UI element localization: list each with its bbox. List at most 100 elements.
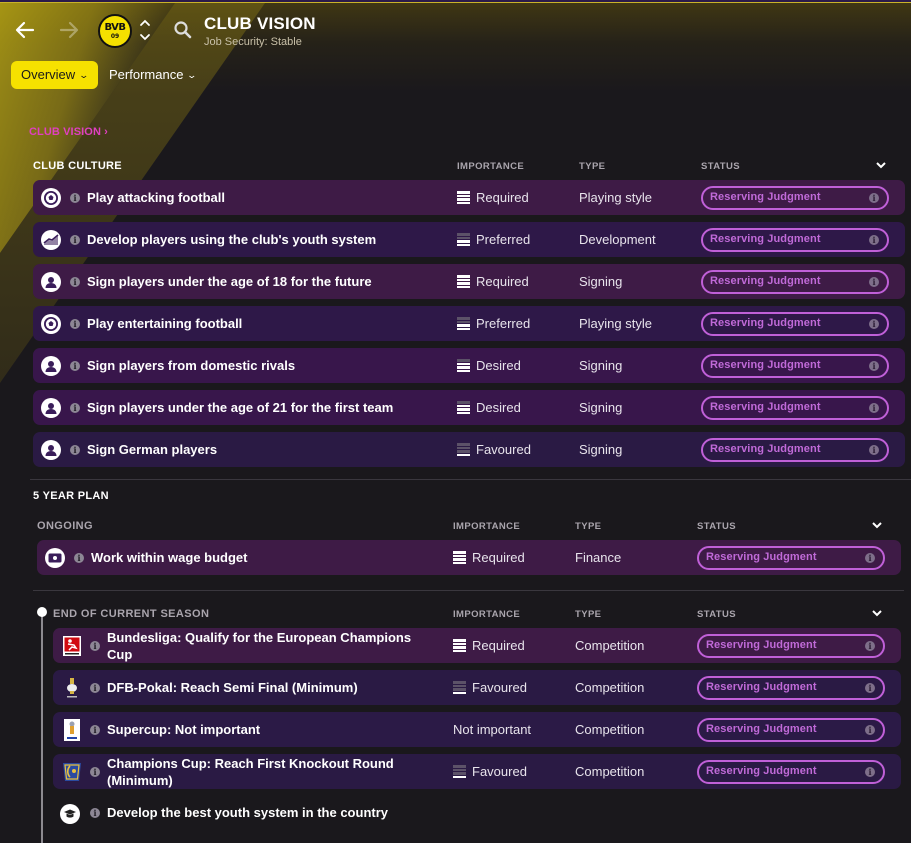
status-info-icon[interactable]: i [869,445,879,455]
dfb-pokal-trophy-icon [62,677,82,699]
status-info-icon[interactable]: i [869,361,879,371]
info-icon[interactable]: i [90,725,100,735]
objective-row[interactable]: i Sign players under the age of 21 for th… [33,390,905,425]
info-icon[interactable]: i [70,277,80,287]
column-header-importance[interactable]: IMPORTANCE [453,609,520,620]
column-header-status[interactable]: STATUS [697,521,736,532]
status-badge[interactable]: Reserving Judgment i [697,634,885,658]
development-chart-icon [41,230,61,250]
info-icon[interactable]: i [90,808,100,818]
objective-row[interactable]: i Champions Cup: Reach First Knockout Rou… [53,754,901,789]
status-badge[interactable]: Reserving Judgment i [701,438,889,462]
tab-performance[interactable]: Performance ⌄ [109,61,197,89]
status-info-icon[interactable]: i [865,641,875,651]
objective-row[interactable]: i Supercup: Not important Not important Com… [53,712,901,747]
column-header-status[interactable]: STATUS [701,161,740,172]
objective-row[interactable]: i Develop the best youth system in the c… [53,796,901,831]
objective-row[interactable]: i Sign players under the age of 18 for th… [33,264,905,299]
status-badge[interactable]: Reserving Judgment i [697,760,885,784]
status-label: Reserving Judgment [706,765,817,777]
tab-overview-label: Overview [21,67,76,82]
status-info-icon[interactable]: i [865,683,875,693]
objective-row[interactable]: i Sign players from domestic rivals Desire… [33,348,905,383]
status-badge[interactable]: Reserving Judgment i [697,546,885,570]
type-cell: Competition [575,722,645,737]
info-icon[interactable]: i [70,319,80,329]
club-badge[interactable]: BVB 09 [98,14,132,48]
status-badge[interactable]: Reserving Judgment i [701,312,889,336]
importance-label: Desired [476,358,521,373]
importance-cell: Favoured [453,754,527,789]
tab-overview[interactable]: Overview ⌄ [11,61,98,89]
importance-bars-icon [457,359,470,372]
objective-text: Work within wage budget [91,550,248,565]
objective-text: Sign players from domestic rivals [87,358,296,373]
importance-bars-icon [457,317,470,330]
status-label: Reserving Judgment [710,191,821,203]
column-header-importance[interactable]: IMPORTANCE [457,161,524,172]
info-icon[interactable]: i [70,235,80,245]
objective-row[interactable]: i Work within wage budget Required Finance R… [37,540,901,575]
importance-label: Desired [476,400,521,415]
collapse-ongoing-button[interactable] [870,521,884,531]
status-info-icon[interactable]: i [869,193,879,203]
arrow-left-icon [15,21,35,39]
breadcrumb[interactable]: CLUB VISION › [29,126,108,138]
info-icon[interactable]: i [70,445,80,455]
status-info-icon[interactable]: i [869,403,879,413]
column-header-status[interactable]: STATUS [697,609,736,620]
type-cell: Playing style [579,316,652,331]
status-badge[interactable]: Reserving Judgment i [701,396,889,420]
status-badge[interactable]: Reserving Judgment i [701,228,889,252]
back-button[interactable] [14,19,36,41]
info-icon[interactable]: i [70,193,80,203]
objective-row[interactable]: i Develop players using the club's youth … [33,222,905,257]
type-cell: Signing [579,400,623,415]
importance-bars-icon [453,681,466,694]
status-info-icon[interactable]: i [865,767,875,777]
objective-row[interactable]: i DFB-Pokal: Reach Semi Final (Minimum) Fa… [53,670,901,705]
objective-row[interactable]: i Play entertaining football Preferred Play… [33,306,905,341]
collapse-club-culture-button[interactable] [874,161,888,171]
status-info-icon[interactable]: i [865,553,875,563]
status-badge[interactable]: Reserving Judgment i [701,186,889,210]
club-switcher[interactable] [138,16,152,44]
importance-label: Required [476,190,529,205]
column-header-importance[interactable]: IMPORTANCE [453,521,520,532]
importance-label: Favoured [472,764,527,779]
status-badge[interactable]: Reserving Judgment i [701,270,889,294]
info-icon[interactable]: i [70,403,80,413]
status-badge[interactable]: Reserving Judgment i [701,354,889,378]
objective-row[interactable]: i Sign German players Favoured Signing Reser… [33,432,905,467]
chevron-up-down-icon [140,19,150,41]
info-icon[interactable]: i [90,683,100,693]
search-button[interactable] [173,20,193,40]
objective-row[interactable]: i Play attacking football Required Playing … [33,180,905,215]
objective-row[interactable]: i Bundesliga: Qualify for the European Ch… [53,628,901,663]
importance-bars-icon [457,191,470,204]
status-info-icon[interactable]: i [869,319,879,329]
status-label: Reserving Judgment [706,681,817,693]
status-badge[interactable]: Reserving Judgment i [697,718,885,742]
status-info-icon[interactable]: i [865,725,875,735]
club-culture-title: CLUB CULTURE [33,160,122,172]
type-cell: Competition [575,638,645,653]
collapse-end-of-season-button[interactable] [870,609,884,619]
info-icon[interactable]: i [90,767,100,777]
supercup-trophy-icon [62,719,82,741]
status-info-icon[interactable]: i [869,277,879,287]
column-header-type[interactable]: TYPE [579,161,605,172]
end-of-season-title: END OF CURRENT SEASON [53,608,210,620]
club-badge-year: 09 [110,32,120,40]
forward-button[interactable] [58,19,80,41]
importance-label: Required [472,550,525,565]
info-icon[interactable]: i [70,361,80,371]
column-header-type[interactable]: TYPE [575,609,601,620]
status-badge[interactable]: Reserving Judgment i [697,676,885,700]
info-icon[interactable]: i [90,641,100,651]
status-info-icon[interactable]: i [869,235,879,245]
column-header-type[interactable]: TYPE [575,521,601,532]
info-icon[interactable]: i [74,553,84,563]
objective-text: Develop the best youth system in the cou… [107,805,388,820]
status-label: Reserving Judgment [710,233,821,245]
